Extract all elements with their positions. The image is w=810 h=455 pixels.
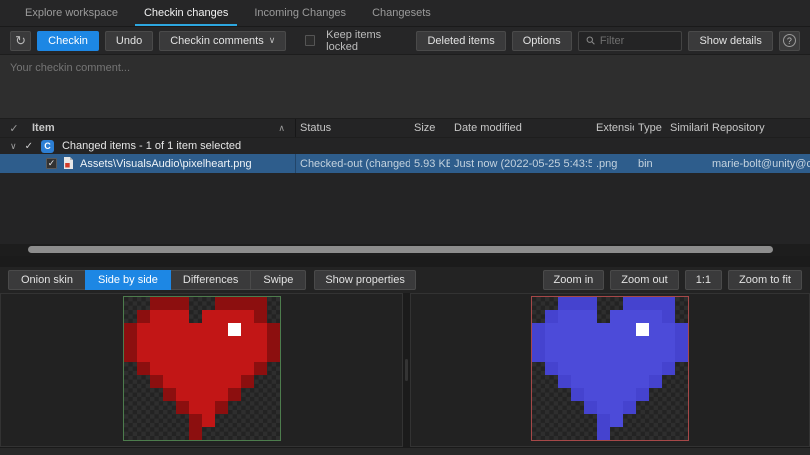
image-file-icon — [63, 157, 74, 170]
previous-image-red-heart — [123, 296, 281, 441]
checkin-comments-label: Checkin comments — [170, 35, 264, 47]
help-icon: ? — [783, 34, 796, 47]
tab-checkin-changes[interactable]: Checkin changes — [131, 0, 241, 26]
column-header-type[interactable]: Type — [634, 122, 666, 134]
file-path-label: Assets\VisualsAudio\pixelheart.png — [80, 158, 252, 170]
zoom-in-button[interactable]: Zoom in — [543, 270, 605, 290]
chevron-down-icon: ∨ — [269, 35, 276, 46]
horizontal-scrollbar-thumb[interactable] — [28, 246, 773, 253]
column-header-item[interactable]: Item ∧ — [28, 119, 296, 137]
undo-button[interactable]: Undo — [105, 31, 153, 51]
filter-input[interactable] — [600, 35, 675, 47]
file-extension: .png — [592, 158, 634, 170]
file-size: 5.93 KB — [410, 158, 450, 170]
keep-items-locked-checkbox[interactable] — [305, 35, 315, 46]
column-header-similarity[interactable]: Similarity — [666, 122, 708, 134]
table-empty-area — [0, 173, 810, 244]
pending-changes-table: ✓ Item ∧ Status Size Date modified Exten… — [0, 119, 810, 256]
help-button[interactable]: ? — [779, 31, 800, 51]
current-image-blue-heart — [531, 296, 689, 441]
select-all-check[interactable]: ✓ — [0, 122, 28, 135]
diff-mode-group: Onion skin Side by side Differences Swip… — [8, 270, 306, 290]
vertical-splitter[interactable] — [403, 293, 410, 447]
search-icon — [586, 35, 595, 46]
refresh-icon: ↻ — [15, 33, 26, 49]
table-header-row: ✓ Item ∧ Status Size Date modified Exten… — [0, 119, 810, 138]
deleted-items-button[interactable]: Deleted items — [416, 31, 505, 51]
checkin-comment-area — [0, 54, 810, 119]
column-header-extension[interactable]: Extension — [592, 122, 634, 134]
zoom-out-button[interactable]: Zoom out — [610, 270, 678, 290]
file-row-pixelheart[interactable]: ✓ Assets\VisualsAudio\pixelheart.png Che… — [0, 154, 810, 173]
tab-incoming-changes[interactable]: Incoming Changes — [241, 0, 359, 26]
column-header-status[interactable]: Status — [296, 122, 410, 134]
swipe-button[interactable]: Swipe — [250, 270, 306, 290]
tab-explore-workspace[interactable]: Explore workspace — [12, 0, 131, 26]
one-to-one-button[interactable]: 1:1 — [685, 270, 722, 290]
diff-pane-current — [410, 293, 810, 447]
group-check-icon[interactable]: ✓ — [25, 141, 33, 152]
horizontal-splitter[interactable] — [0, 256, 810, 267]
checkin-comments-dropdown[interactable]: Checkin comments ∨ — [159, 31, 286, 51]
sort-ascending-icon: ∧ — [278, 123, 285, 134]
refresh-button[interactable]: ↻ — [10, 31, 31, 51]
filter-field-wrap — [578, 31, 683, 51]
file-repository: marie-bolt@unity@clou — [708, 158, 810, 170]
column-item-label: Item — [32, 122, 55, 134]
checkin-button[interactable]: Checkin — [37, 31, 99, 51]
show-properties-button[interactable]: Show properties — [314, 270, 416, 290]
column-header-date-modified[interactable]: Date modified — [450, 122, 592, 134]
column-header-size[interactable]: Size — [410, 122, 450, 134]
checkin-comment-input[interactable] — [0, 55, 810, 118]
file-type: bin — [634, 158, 666, 170]
file-date-modified: Just now (2022-05-25 5:43:52 PM) — [450, 158, 592, 170]
view-tab-bar: Explore workspace Checkin changes Incomi… — [0, 0, 810, 27]
keep-items-locked-label: Keep items locked — [326, 29, 404, 53]
file-row-checkbox[interactable]: ✓ — [46, 158, 57, 169]
changed-category-badge: C — [41, 140, 54, 153]
differences-button[interactable]: Differences — [170, 270, 251, 290]
zoom-controls: Zoom in Zoom out 1:1 Zoom to fit — [543, 270, 802, 290]
collapse-chevron-icon[interactable]: ∨ — [10, 141, 17, 152]
column-header-repository[interactable]: Repository — [708, 122, 810, 134]
version-control-window: Explore workspace Checkin changes Incomi… — [0, 0, 810, 455]
show-details-button[interactable]: Show details — [688, 31, 772, 51]
image-diff-area — [0, 293, 810, 447]
diff-pane-previous — [0, 293, 403, 447]
diff-toolbar: Onion skin Side by side Differences Swip… — [0, 267, 810, 293]
group-row-label: Changed items - 1 of 1 item selected — [62, 140, 241, 152]
onion-skin-button[interactable]: Onion skin — [8, 270, 86, 290]
options-button[interactable]: Options — [512, 31, 572, 51]
bottom-status-strip — [0, 447, 810, 455]
horizontal-scrollbar[interactable] — [0, 244, 810, 256]
changed-items-group-row[interactable]: ∨ ✓ C Changed items - 1 of 1 item select… — [0, 138, 810, 154]
file-status: Checked-out (changed) — [296, 158, 410, 170]
checkin-toolbar: ↻ Checkin Undo Checkin comments ∨ Keep i… — [0, 27, 810, 54]
vertical-splitter-handle[interactable] — [405, 359, 408, 381]
tab-changesets[interactable]: Changesets — [359, 0, 444, 26]
zoom-to-fit-button[interactable]: Zoom to fit — [728, 270, 802, 290]
side-by-side-button[interactable]: Side by side — [85, 270, 171, 290]
